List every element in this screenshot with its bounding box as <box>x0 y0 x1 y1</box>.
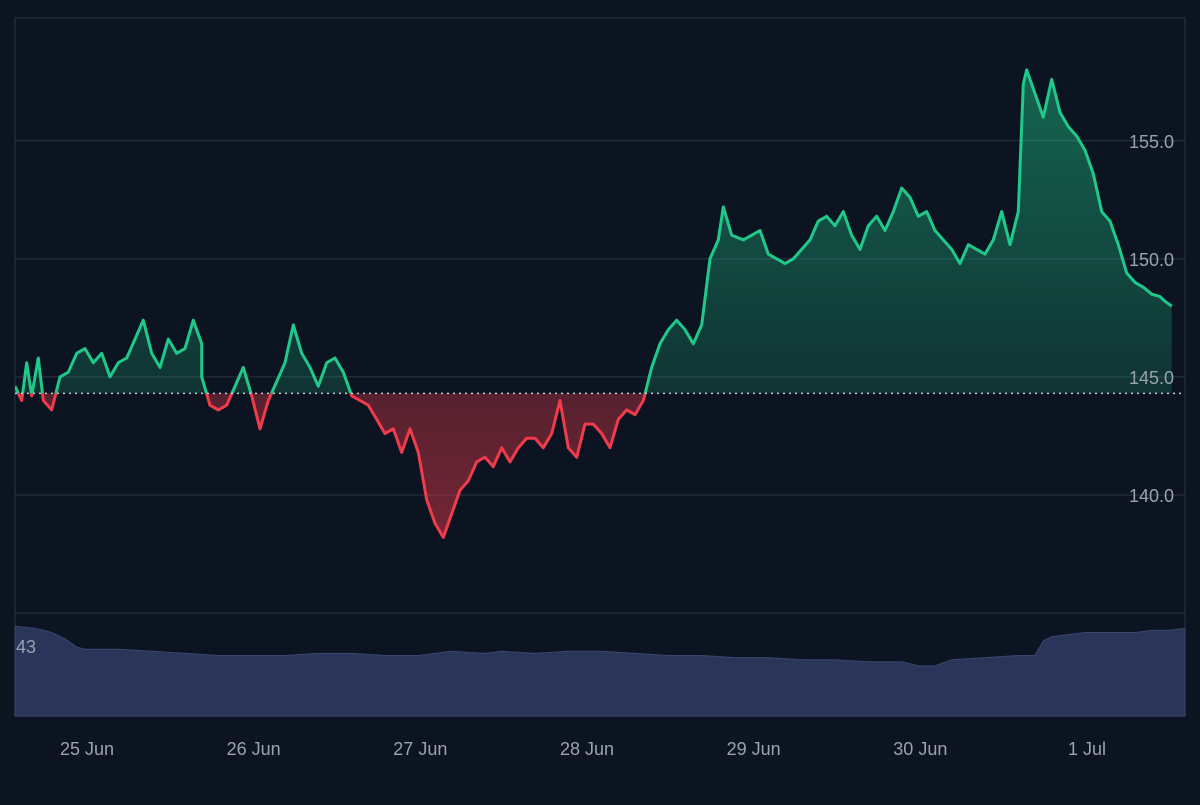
y-tick-label: 140.0 <box>1129 486 1174 506</box>
x-tick-label: 26 Jun <box>227 739 281 759</box>
x-tick-label: 29 Jun <box>727 739 781 759</box>
area-fill-above-baseline <box>15 69 1172 394</box>
price-chart: 140.0 145.0 150.0 155.0 25 Jun 26 Jun 27 Jun 2… <box>0 0 1200 800</box>
x-tick-label: 27 Jun <box>393 739 447 759</box>
y-tick-label: 145.0 <box>1129 368 1174 388</box>
x-axis-labels: 25 Jun 26 Jun 27 Jun 28 Jun 29 Jun 30 Jun 1 Ju… <box>60 739 1106 759</box>
y-tick-label: 155.0 <box>1129 132 1174 152</box>
volume-value-label: 43 <box>16 637 36 657</box>
volume-area <box>14 625 1186 717</box>
x-tick-label: 1 Jul <box>1068 739 1106 759</box>
price-area-fill <box>15 69 1172 538</box>
volume-area-shape <box>14 625 1186 717</box>
x-tick-label: 30 Jun <box>893 739 947 759</box>
chart-canvas: 140.0145.0150.0155.0 25 Jun 26 Jun 27 Jun 2… <box>14 17 1186 759</box>
x-tick-label: 28 Jun <box>560 739 614 759</box>
y-tick-label: 150.0 <box>1129 250 1174 270</box>
x-tick-label: 25 Jun <box>60 739 114 759</box>
